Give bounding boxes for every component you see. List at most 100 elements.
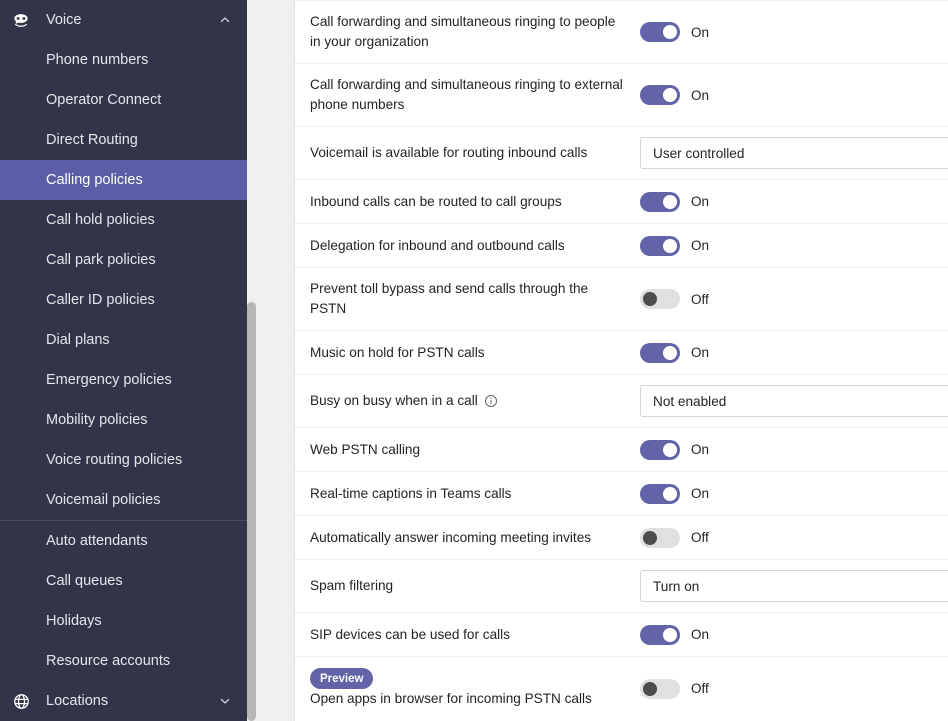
sidebar-item-voicemail-policies[interactable]: Voicemail policies [0,480,247,520]
sidebar-item-caller-id-policies[interactable]: Caller ID policies [0,280,247,320]
setting-label: Delegation for inbound and outbound call… [310,225,640,267]
toggle-track[interactable] [640,289,680,309]
setting-label: Busy on busy when in a call [310,380,640,422]
toggle-track[interactable] [640,678,680,699]
sidebar-item-auto-attendants[interactable]: Auto attendants [0,521,247,561]
toggle-state-label: On [691,194,710,209]
setting-row-music-on-hold: Music on hold for PSTN calls On [295,330,948,374]
sidebar-item-label: Dial plans [46,332,110,348]
toggle-delegation[interactable]: On [640,235,709,256]
scrollbar-thumb[interactable] [247,302,256,721]
setting-label: Call forwarding and simultaneous ringing… [310,64,640,126]
toggle-call-forwarding-external[interactable]: On [640,85,709,105]
toggle-state-label: Off [691,291,709,307]
calling-policy-settings-card: Call forwarding and simultaneous ringing… [294,0,948,721]
dropdown-spam-filtering[interactable]: Turn on [640,570,948,602]
globe-icon [10,690,32,712]
toggle-call-forwarding-internal[interactable]: On [640,22,709,42]
setting-row-voicemail-routing: Voicemail is available for routing inbou… [295,126,948,179]
toggle-track[interactable] [640,624,680,645]
chevron-down-icon[interactable] [217,693,233,709]
toggle-state-label: On [691,486,710,501]
nav-group-locations[interactable]: Locations [0,681,247,721]
toggle-auto-answer-invites[interactable]: Off [640,527,709,548]
setting-control: On [640,430,948,470]
toggle-track[interactable] [640,235,680,256]
sidebar-item-voice-routing-policies[interactable]: Voice routing policies [0,440,247,480]
sidebar-item-label: Operator Connect [46,92,162,108]
setting-control: On [640,182,948,222]
sidebar-item-resource-accounts[interactable]: Resource accounts [0,641,247,681]
setting-label: Web PSTN calling [310,429,640,471]
setting-control: Off [640,518,948,558]
setting-label-text: Music on hold for PSTN calls [310,344,485,360]
dropdown-value: Not enabled [653,393,727,409]
toggle-track[interactable] [640,85,680,105]
sidebar-item-call-hold-policies[interactable]: Call hold policies [0,200,247,240]
toggle-track[interactable] [640,191,680,212]
toggle-sip-devices[interactable]: On [640,624,709,645]
setting-row-busy-on-busy: Busy on busy when in a call Not enabled [295,374,948,427]
sidebar-item-operator-connect[interactable]: Operator Connect [0,80,247,120]
sidebar-item-emergency-policies[interactable]: Emergency policies [0,360,247,400]
sidebar-item-label: Emergency policies [46,372,172,388]
toggle-real-time-captions[interactable]: On [640,483,710,504]
setting-label-text: Automatically answer incoming meeting in… [310,529,592,545]
setting-control: On [640,75,948,115]
toggle-track[interactable] [640,483,680,504]
sidebar-item-mobility-policies[interactable]: Mobility policies [0,400,247,440]
setting-label: Real-time captions in Teams calls [310,473,640,515]
toggle-knob [663,627,677,642]
dropdown-value: User controlled [653,145,745,161]
setting-label-text: SIP devices can be used for calls [310,626,510,642]
sidebar-scrollbar[interactable] [247,0,256,721]
toggle-knob [663,442,677,457]
sidebar-item-phone-numbers[interactable]: Phone numbers [0,40,247,80]
sidebar-item-label: Caller ID policies [46,292,155,308]
toggle-track[interactable] [640,22,680,42]
setting-row-open-apps-in-browser: Preview Open apps in browser for incomin… [295,656,948,720]
dropdown-busy-on-busy[interactable]: Not enabled [640,385,948,417]
chevron-up-icon[interactable] [217,12,233,28]
setting-label-text: Inbound calls can be routed to call grou… [310,193,562,209]
setting-row-prevent-toll-bypass: Prevent toll bypass and send calls throu… [295,267,948,330]
sidebar-item-direct-routing[interactable]: Direct Routing [0,120,247,160]
sidebar-item-dial-plans[interactable]: Dial plans [0,320,247,360]
toggle-prevent-toll-bypass[interactable]: Off [640,289,709,309]
setting-label: Inbound calls can be routed to call grou… [310,181,640,223]
nav-group-voice-label: Voice [46,12,82,28]
toggle-state-label: On [691,87,710,103]
sidebar-item-label: Voicemail policies [46,492,161,508]
toggle-music-on-hold[interactable]: On [640,342,709,363]
setting-control: On [640,474,948,514]
toggle-inbound-call-groups[interactable]: On [640,191,710,212]
setting-row-spam-filtering: Spam filtering Turn on [295,559,948,612]
nav-items-resources: Auto attendants Call queues Holidays Res… [0,521,247,681]
setting-label-text: Call forwarding and simultaneous ringing… [310,77,623,112]
setting-label: Voicemail is available for routing inbou… [310,132,640,174]
setting-label-text: Call forwarding and simultaneous ringing… [310,14,616,49]
toggle-web-pstn-calling[interactable]: On [640,439,709,460]
sidebar-bottom-section: Locations [0,681,247,721]
info-icon[interactable] [484,394,498,408]
nav-group-voice[interactable]: Voice [0,0,247,40]
sidebar-item-calling-policies[interactable]: Calling policies [0,160,247,200]
sidebar-item-call-queues[interactable]: Call queues [0,561,247,601]
sidebar-item-call-park-policies[interactable]: Call park policies [0,240,247,280]
sidebar-item-label: Phone numbers [46,52,149,68]
sidebar-item-holidays[interactable]: Holidays [0,601,247,641]
toggle-track[interactable] [640,342,680,363]
setting-control: User controlled [640,127,948,179]
main-content: Call forwarding and simultaneous ringing… [247,0,948,721]
setting-label-text: Real-time captions in Teams calls [310,485,512,501]
toggle-track[interactable] [640,439,680,460]
setting-row-delegation: Delegation for inbound and outbound call… [295,223,948,267]
setting-control: Not enabled [640,375,948,427]
nav-items-voice: Phone numbers Operator Connect Direct Ro… [0,40,247,520]
setting-label-text: Prevent toll bypass and send calls throu… [310,281,589,316]
toggle-open-apps-in-browser[interactable]: Off [640,678,709,699]
sidebar-item-label: Mobility policies [46,412,148,428]
preview-badge: Preview [310,668,374,689]
toggle-track[interactable] [640,527,680,548]
dropdown-voicemail-routing[interactable]: User controlled [640,137,948,169]
